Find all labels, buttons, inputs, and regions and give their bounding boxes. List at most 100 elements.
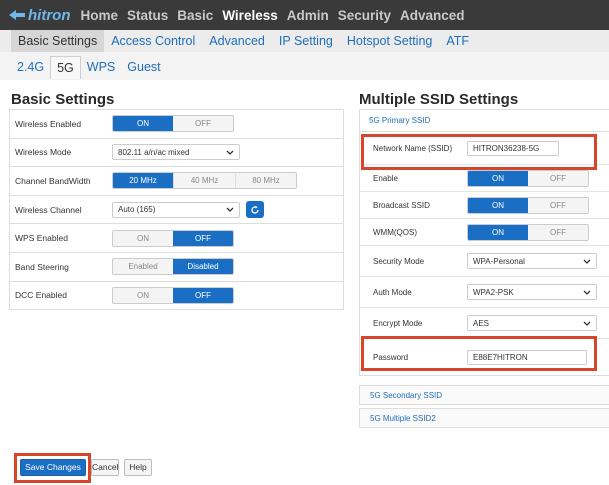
sub-nav-bar: Basic Settings Access Control Advanced I… (0, 30, 609, 52)
auth-mode-value: WPA2-PSK (473, 287, 514, 297)
broadcast-ssid-toggle[interactable]: ON OFF (467, 196, 589, 214)
sub-nav-access-control[interactable]: Access Control (104, 30, 202, 52)
band-steering-enabled[interactable]: Enabled (113, 259, 173, 275)
channel-bandwidth-selector[interactable]: 20 MHz 40 MHz 80 MHz (112, 172, 297, 190)
row-channel-bandwidth: Channel BandWidth 20 MHz 40 MHz 80 MHz (10, 167, 343, 196)
tab-guest[interactable]: Guest (121, 56, 166, 78)
wireless-mode-value: 802.11 a/n/ac mixed (118, 147, 190, 157)
row-wmm-qos: WMM(QOS) ON OFF (360, 219, 609, 246)
wireless-enabled-off[interactable]: OFF (173, 116, 233, 132)
row-wireless-mode: Wireless Mode 802.11 a/n/ac mixed (10, 139, 343, 168)
channel-bandwidth-label: Channel BandWidth (15, 175, 91, 186)
encrypt-mode-label: Encrypt Mode (373, 318, 423, 328)
enable-on[interactable]: ON (468, 170, 528, 186)
hitron-logo[interactable]: hitron (8, 7, 71, 24)
row-wps-enabled: WPS Enabled ON OFF (10, 224, 343, 253)
wmm-qos-on[interactable]: ON (468, 224, 528, 240)
network-name-label: Network Name (SSID) (373, 143, 453, 153)
channel-refresh-button[interactable] (246, 201, 264, 219)
band-steering-disabled[interactable]: Disabled (173, 259, 233, 275)
password-label: Password (373, 352, 409, 362)
enable-toggle[interactable]: ON OFF (467, 169, 589, 187)
top-nav-home[interactable]: Home (81, 8, 119, 23)
wireless-mode-select[interactable]: 802.11 a/n/ac mixed (112, 144, 240, 161)
band-tabs: 2.4G 5G WPS Guest (0, 55, 609, 79)
wmm-qos-label: WMM(QOS) (373, 227, 417, 237)
row-enable: Enable ON OFF (360, 165, 609, 192)
band-steering-toggle[interactable]: Enabled Disabled (112, 258, 234, 276)
top-nav-advanced[interactable]: Advanced (400, 8, 465, 23)
chevron-down-icon (583, 290, 591, 295)
secondary-ssid-header[interactable]: 5G Secondary SSID (359, 385, 609, 405)
row-band-steering: Band Steering Enabled Disabled (10, 253, 343, 282)
security-mode-label: Security Mode (373, 256, 425, 266)
wireless-channel-label: Wireless Channel (15, 204, 82, 215)
sub-nav-ip-setting[interactable]: IP Setting (272, 30, 340, 52)
row-password: Password E88E7HITRON (360, 339, 609, 375)
top-nav-basic[interactable]: Basic (177, 8, 213, 23)
wireless-mode-label: Wireless Mode (15, 147, 72, 158)
tab-wps[interactable]: WPS (81, 56, 121, 78)
row-wireless-channel: Wireless Channel Auto (165) (10, 196, 343, 225)
hitron-logo-icon (9, 10, 25, 20)
wmm-qos-toggle[interactable]: ON OFF (467, 223, 589, 241)
top-nav-wireless[interactable]: Wireless (222, 8, 277, 23)
dcc-enabled-toggle[interactable]: ON OFF (112, 286, 234, 304)
wps-enabled-toggle[interactable]: ON OFF (112, 229, 234, 247)
dcc-enabled-off[interactable]: OFF (173, 287, 233, 303)
chevron-down-icon (583, 259, 591, 264)
enable-off[interactable]: OFF (528, 170, 588, 186)
cancel-button[interactable]: Cancel (91, 459, 119, 476)
security-mode-select[interactable]: WPA-Personal (467, 253, 597, 269)
row-network-name: Network Name (SSID) HITRON36238-5G (360, 132, 609, 165)
auth-mode-select[interactable]: WPA2-PSK (467, 284, 597, 300)
broadcast-ssid-off[interactable]: OFF (528, 197, 588, 213)
password-input[interactable]: E88E7HITRON (467, 349, 587, 365)
row-broadcast-ssid: Broadcast SSID ON OFF (360, 192, 609, 219)
bandwidth-80mhz[interactable]: 80 MHz (235, 173, 296, 189)
row-auth-mode: Auth Mode WPA2-PSK (360, 277, 609, 308)
top-nav-security[interactable]: Security (338, 8, 391, 23)
multiple-ssid2-header[interactable]: 5G Multiple SSID2 (359, 408, 609, 428)
encrypt-mode-select[interactable]: AES (467, 315, 597, 331)
wps-enabled-off[interactable]: OFF (173, 230, 233, 246)
sub-nav-hotspot-setting[interactable]: Hotspot Setting (340, 30, 439, 52)
broadcast-ssid-label: Broadcast SSID (373, 200, 430, 210)
basic-settings-title: Basic Settings (11, 91, 115, 108)
tab-5g[interactable]: 5G (50, 55, 81, 79)
bandwidth-20mhz[interactable]: 20 MHz (113, 173, 173, 189)
help-button[interactable]: Help (124, 459, 152, 476)
chevron-down-icon (583, 321, 591, 326)
row-wireless-enabled: Wireless Enabled ON OFF (10, 110, 343, 139)
enable-label: Enable (373, 173, 398, 183)
basic-settings-table: Wireless Enabled ON OFF Wireless Mode 80… (9, 109, 344, 311)
chevron-down-icon (226, 150, 234, 155)
broadcast-ssid-on[interactable]: ON (468, 197, 528, 213)
wmm-qos-off[interactable]: OFF (528, 224, 588, 240)
wireless-enabled-toggle[interactable]: ON OFF (112, 115, 234, 133)
wireless-enabled-on[interactable]: ON (113, 116, 173, 132)
row-dcc-enabled: DCC Enabled ON OFF (10, 282, 343, 311)
top-nav-admin[interactable]: Admin (287, 8, 329, 23)
row-security-mode: Security Mode WPA-Personal (360, 246, 609, 277)
bandwidth-40mhz[interactable]: 40 MHz (173, 173, 235, 189)
top-nav-status[interactable]: Status (127, 8, 168, 23)
top-nav-bar: hitron Home Status Basic Wireless Admin … (0, 0, 609, 30)
wireless-channel-value: Auto (165) (118, 205, 156, 215)
band-steering-label: Band Steering (15, 261, 69, 272)
content-area: Basic Settings Multiple SSID Settings Wi… (0, 80, 609, 485)
save-changes-button[interactable]: Save Changes (20, 459, 86, 476)
chevron-down-icon (226, 207, 234, 212)
wireless-enabled-label: Wireless Enabled (15, 118, 82, 129)
primary-ssid-header[interactable]: 5G Primary SSID (360, 110, 609, 132)
dcc-enabled-on[interactable]: ON (113, 287, 173, 303)
wireless-channel-select[interactable]: Auto (165) (112, 201, 240, 218)
network-name-input[interactable]: HITRON36238-5G (467, 140, 559, 156)
wps-enabled-on[interactable]: ON (113, 230, 173, 246)
primary-ssid-panel: 5G Primary SSID Network Name (SSID) HITR… (359, 109, 609, 376)
sub-nav-advanced[interactable]: Advanced (202, 30, 272, 52)
sub-nav-basic-settings[interactable]: Basic Settings (11, 30, 105, 52)
sub-nav-atf[interactable]: ATF (439, 30, 476, 52)
tab-2-4g[interactable]: 2.4G (11, 56, 50, 78)
multiple-ssid-title: Multiple SSID Settings (359, 91, 519, 108)
